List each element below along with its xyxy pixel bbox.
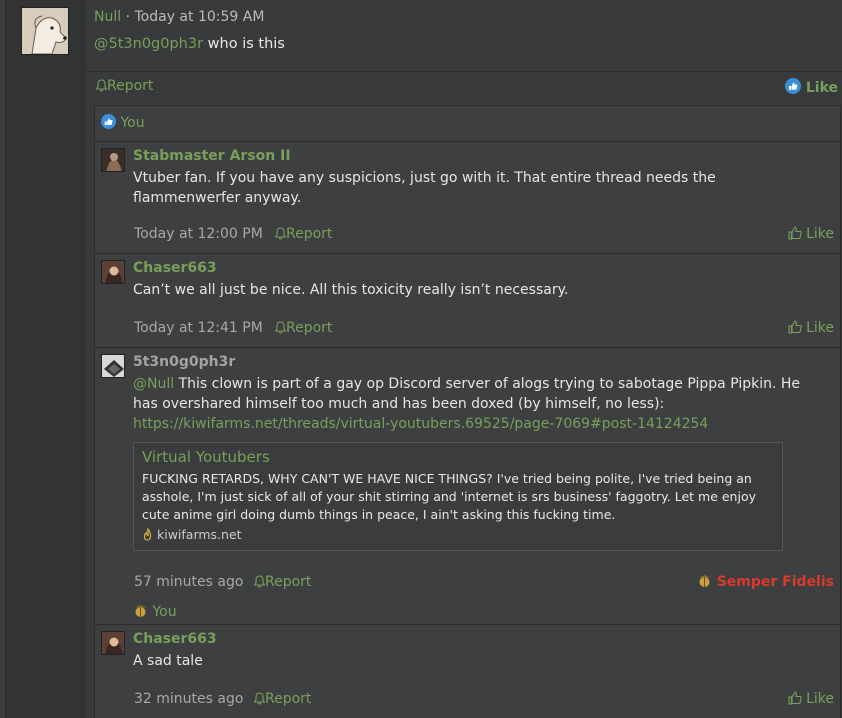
comment-time[interactable]: 57 minutes ago	[134, 574, 243, 590]
eagle-globe-anchor-icon	[697, 575, 711, 587]
comment-time[interactable]: 32 minutes ago	[134, 691, 243, 707]
post-actions: Report Like	[94, 78, 838, 98]
preview-source: kiwifarms.net	[142, 527, 242, 542]
comment-time[interactable]: Today at 12:41 PM	[134, 320, 263, 336]
report-button[interactable]: Report	[275, 226, 332, 242]
report-label: Report	[107, 78, 154, 94]
bell-icon	[275, 321, 286, 334]
user-column	[5, 0, 87, 718]
thumbs-up-outline-icon	[788, 320, 802, 334]
comment-author[interactable]: Stabmaster Arson II	[133, 148, 291, 164]
post-separator: ·	[121, 9, 135, 25]
bell-icon	[254, 692, 265, 705]
comment-text: This clown is part of a gay op Discord s…	[133, 376, 801, 412]
like-button[interactable]: Like	[788, 320, 834, 336]
post-author[interactable]: Null	[94, 9, 121, 25]
comment-body: Vtuber fan. If you have any suspicions, …	[133, 170, 716, 206]
bell-icon	[254, 575, 265, 588]
bell-icon	[96, 79, 107, 92]
reaction-summary-label: You	[120, 115, 145, 131]
report-button[interactable]: Report	[254, 691, 311, 707]
thumbs-up-icon	[784, 78, 801, 94]
comment-time[interactable]: Today at 12:00 PM	[134, 226, 263, 242]
mention-link[interactable]: @5t3n0g0ph3r	[94, 36, 203, 52]
preview-title[interactable]: Virtual Youtubers	[142, 448, 270, 466]
avatar-image-icon	[102, 261, 124, 283]
comment-item: 5t3n0g0ph3r @Null This clown is part of …	[95, 347, 840, 624]
like-button[interactable]: Like	[784, 78, 838, 96]
comment-actions: Today at 12:41 PM Report Like	[133, 320, 834, 340]
comment-item: Chaser663 A sad tale 32 minutes ago Repo…	[95, 624, 840, 718]
report-label: Report	[265, 574, 312, 590]
preview-domain: kiwifarms.net	[156, 527, 242, 542]
comment-author[interactable]: Chaser663	[133, 631, 217, 647]
comment-actions: Today at 12:00 PM Report Like	[133, 226, 834, 246]
bell-icon	[275, 227, 286, 240]
comment-body: A sad tale	[133, 653, 203, 669]
like-button[interactable]: Like	[788, 226, 834, 242]
reaction-summary[interactable]: You	[101, 114, 145, 131]
avatar[interactable]	[101, 148, 125, 172]
post-body: @5t3n0g0ph3r who is this	[94, 36, 285, 52]
report-label: Report	[265, 691, 312, 707]
report-label: Report	[286, 226, 333, 242]
like-button[interactable]: Like	[788, 691, 834, 707]
avatar-image-icon	[102, 632, 124, 654]
thumbs-up-outline-icon	[788, 226, 802, 240]
divider	[86, 71, 842, 72]
comment-author[interactable]: 5t3n0g0ph3r	[133, 354, 235, 370]
comment-item: Chaser663 Can’t we all just be nice. All…	[95, 253, 840, 347]
report-button[interactable]: Report	[254, 574, 311, 590]
thumbs-up-outline-icon	[788, 691, 802, 705]
reaction-label: Semper Fidelis	[716, 574, 834, 590]
comment-actions: 32 minutes ago Report Like	[133, 691, 834, 711]
thread-link[interactable]: https://kiwifarms.net/threads/virtual-yo…	[133, 416, 708, 432]
avatar[interactable]	[101, 631, 125, 655]
reaction-summary-label: You	[152, 604, 177, 620]
dog-avatar-icon	[22, 8, 68, 54]
like-label: Like	[806, 691, 834, 707]
comments-section: You Stabmaster Arson II Vtuber fan. If y…	[94, 105, 841, 718]
post: Null · Today at 10:59 AM @5t3n0g0ph3r wh…	[86, 0, 842, 718]
like-label: Like	[806, 226, 834, 242]
like-label: Like	[805, 80, 838, 96]
avatar[interactable]	[101, 354, 125, 378]
link-preview[interactable]: Virtual Youtubers FUCKING RETARDS, WHY C…	[133, 442, 783, 551]
comment-body: Can’t we all just be nice. All this toxi…	[133, 282, 569, 298]
reaction-summary[interactable]: You	[133, 604, 177, 620]
reaction-button[interactable]: Semper Fidelis	[697, 574, 834, 590]
preview-text: FUCKING RETARDS, WHY CAN'T WE HAVE NICE …	[142, 471, 756, 522]
flame-icon	[143, 528, 152, 541]
avatar-image-icon	[102, 149, 124, 171]
avatar[interactable]	[21, 7, 69, 55]
comment-author[interactable]: Chaser663	[133, 260, 217, 276]
avatar-image-icon	[102, 355, 124, 377]
mention-link[interactable]: @Null	[133, 376, 174, 392]
avatar[interactable]	[101, 260, 125, 284]
report-label: Report	[286, 320, 333, 336]
post-text: who is this	[203, 36, 285, 52]
report-button[interactable]: Report	[275, 320, 332, 336]
eagle-globe-anchor-icon	[134, 605, 147, 617]
report-button[interactable]: Report	[96, 78, 153, 94]
post-header: Null · Today at 10:59 AM	[94, 9, 264, 25]
comment-item: Stabmaster Arson II Vtuber fan. If you h…	[95, 141, 840, 253]
comment-body: @Null This clown is part of a gay op Dis…	[133, 374, 823, 434]
comment-actions: 57 minutes ago Report Semper Fidelis	[133, 574, 834, 594]
thumbs-up-icon	[101, 114, 116, 129]
like-label: Like	[806, 320, 834, 336]
post-time[interactable]: Today at 10:59 AM	[134, 9, 264, 25]
